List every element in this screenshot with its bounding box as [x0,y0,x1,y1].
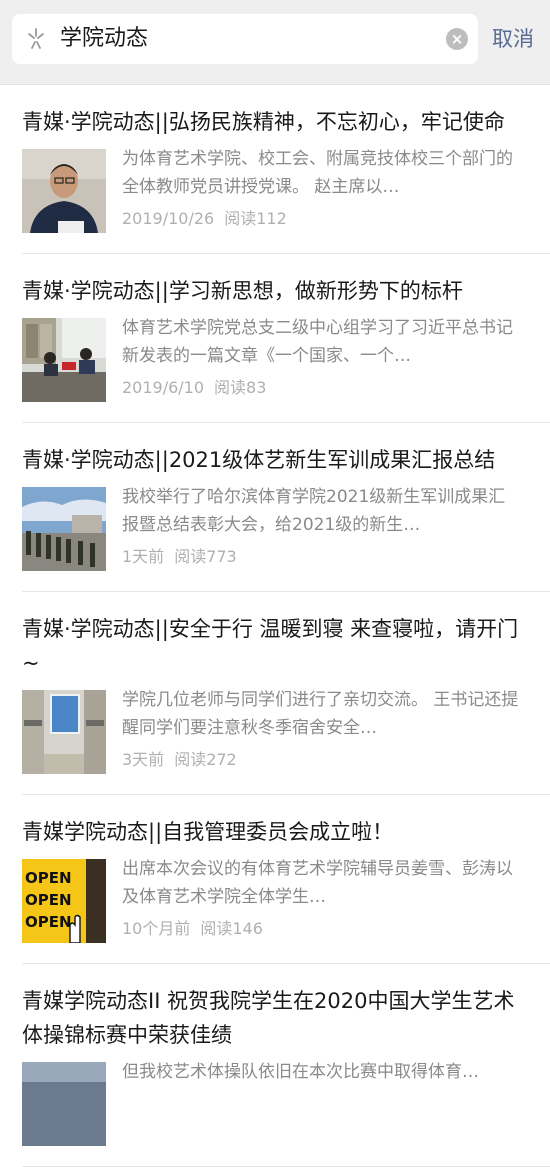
result-title[interactable]: 青媒·学院动态||学习新思想，做新形势下的标杆 [22,254,550,308]
result-date: 3天前 [122,750,165,769]
search-input[interactable]: 学院动态 [60,24,148,54]
result-snippet: 学院几位老师与同学们进行了亲切交流。 王书记还提醒同学们要注意秋冬季宿舍安全… [122,690,519,738]
read-count: 阅读773 [174,547,237,566]
result-meta: 1天前 阅读773 [122,545,237,569]
result-meta: 3天前 阅读272 [122,748,237,772]
results-list: 青媒·学院动态||弘扬民族精神，不忘初心，牢记使命 为体育艺术学院、校工会、附属… [0,85,550,1167]
result-title[interactable]: 青媒·学院动态||2021级体艺新生军训成果汇报总结 [22,423,550,477]
result-item[interactable]: 青媒·学院动态||2021级体艺新生军训成果汇报总结 我校举行了哈尔滨体育学院2… [22,423,550,592]
result-meta: 2019/6/10 阅读83 [122,376,266,400]
military-parade-thumbnail[interactable] [22,487,106,571]
result-item[interactable]: 青媒学院动态||自我管理委员会成立啦！ OPEN OPEN OPEN 出席本次会… [22,795,550,964]
open-sign-thumbnail[interactable]: OPEN OPEN OPEN [22,859,106,943]
cancel-button[interactable]: 取消 [492,24,534,54]
result-date: 2019/6/10 [122,378,205,397]
result-date: 2019/10/26 [122,209,215,228]
search-bar: 学院动态 × 取消 [0,0,550,85]
result-title[interactable]: 青媒·学院动态||弘扬民族精神，不忘初心，牢记使命 [22,85,550,139]
open-text: OPEN [25,891,72,909]
result-item[interactable]: 青媒·学院动态||弘扬民族精神，不忘初心，牢记使命 为体育艺术学院、校工会、附属… [22,85,550,254]
result-item[interactable]: 青媒·学院动态||安全于行 温暖到寝 来查寝啦，请开门~ 学院几位老师与同学们进… [22,592,550,795]
result-item[interactable]: 青媒·学院动态||学习新思想，做新形势下的标杆 体育艺术学院党总支二级中心组学习… [22,254,550,423]
read-count: 阅读112 [224,209,287,228]
search-icon [28,28,44,49]
result-item[interactable]: 青媒学院动态II 祝贺我院学生在2020中国大学生艺术体操锦标赛中荣获佳绩 但我… [22,964,550,1167]
dorm-room-thumbnail[interactable] [22,690,106,774]
result-snippet: 我校举行了哈尔滨体育学院2021级新生军训成果汇报暨总结表彰大会，给2021级的… [122,487,506,535]
result-date: 1天前 [122,547,165,566]
result-date: 10个月前 [122,919,191,938]
open-text: OPEN [25,913,72,931]
read-count: 阅读272 [174,750,237,769]
read-count: 阅读146 [200,919,263,938]
read-count: 阅读83 [214,378,267,397]
search-box[interactable]: 学院动态 × [12,14,478,64]
result-snippet: 体育艺术学院党总支二级中心组学习了习近平总书记新发表的一篇文章《一个国家、一个… [122,318,513,366]
result-title[interactable]: 青媒学院动态II 祝贺我院学生在2020中国大学生艺术体操锦标赛中荣获佳绩 [22,964,550,1052]
result-meta: 2019/10/26 阅读112 [122,207,287,231]
man-portrait-thumbnail[interactable] [22,149,106,233]
meeting-room-thumbnail[interactable] [22,318,106,402]
clear-icon[interactable]: × [446,28,468,50]
open-text: OPEN [25,869,72,887]
result-snippet: 出席本次会议的有体育艺术学院辅导员姜雪、彭涛以及体育艺术学院全体学生… [122,859,513,907]
result-title[interactable]: 青媒学院动态||自我管理委员会成立啦！ [22,795,550,849]
gymnastics-thumbnail[interactable] [22,1062,106,1146]
result-title[interactable]: 青媒·学院动态||安全于行 温暖到寝 来查寝啦，请开门~ [22,592,550,680]
result-snippet: 但我校艺术体操队依旧在本次比赛中取得体育… [122,1062,479,1082]
result-meta: 10个月前 阅读146 [122,917,263,941]
result-snippet: 为体育艺术学院、校工会、附属竞技体校三个部门的全体教师党员讲授党课。 赵主席以… [122,149,513,197]
